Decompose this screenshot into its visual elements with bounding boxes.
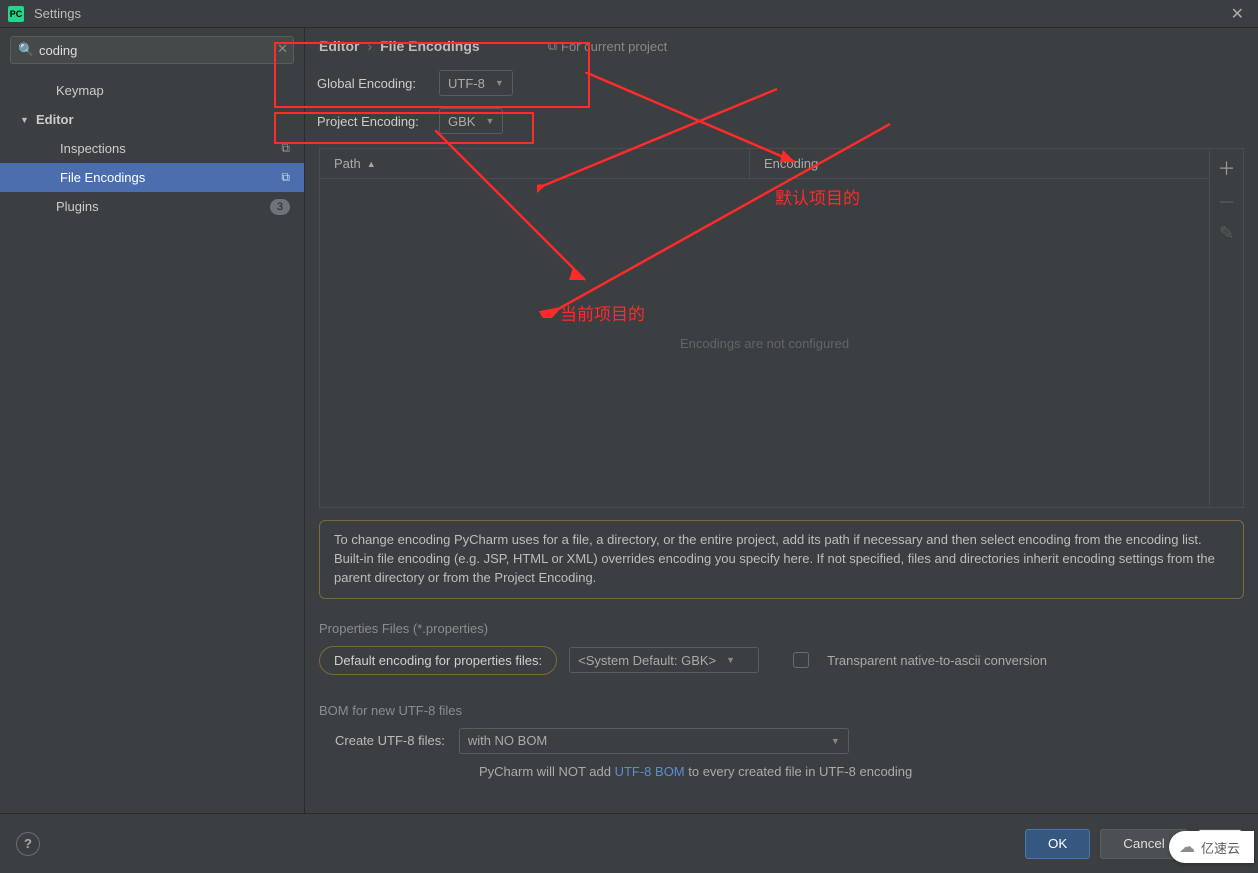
sidebar-item-editor[interactable]: ▼ Editor — [0, 105, 304, 134]
remove-row-button: － — [1215, 189, 1239, 215]
project-encoding-label: Project Encoding: — [311, 110, 427, 133]
settings-main-panel: Editor › File Encodings ⧉For current pro… — [305, 28, 1258, 813]
project-encoding-select[interactable]: GBK ▼ — [439, 108, 503, 134]
transparent-ascii-checkbox[interactable] — [793, 652, 809, 668]
settings-tree: Keymap ▼ Editor Inspections ⧉ File Encodi… — [0, 72, 304, 813]
chevron-down-icon: ▼ — [485, 116, 494, 126]
select-value: with NO BOM — [468, 733, 547, 748]
chevron-down-icon: ▼ — [726, 655, 735, 665]
create-utf8-label: Create UTF-8 files: — [335, 733, 445, 748]
watermark: ☁ 亿速云 — [1169, 831, 1254, 863]
copy-icon: ⧉ — [548, 38, 557, 54]
dialog-footer: ? OK Cancel A… — [0, 813, 1258, 873]
breadcrumb: Editor › File Encodings ⧉For current pro… — [305, 28, 1258, 64]
sidebar-item-file-encodings[interactable]: File Encodings ⧉ — [0, 163, 304, 192]
tree-label: Inspections — [60, 141, 281, 156]
tree-label: Editor — [36, 112, 304, 127]
global-encoding-label: Global Encoding: — [311, 72, 427, 95]
select-value: UTF-8 — [448, 76, 485, 91]
window-title: Settings — [34, 6, 81, 21]
search-input[interactable] — [10, 36, 294, 64]
properties-default-select[interactable]: <System Default: GBK> ▼ — [569, 647, 759, 673]
breadcrumb-part: File Encodings — [380, 38, 480, 54]
breadcrumb-part: Editor — [319, 38, 359, 54]
global-encoding-row: Global Encoding: UTF-8 ▼ — [305, 64, 1258, 102]
select-value: <System Default: GBK> — [578, 653, 716, 668]
properties-default-label: Default encoding for properties files: — [319, 646, 557, 675]
copy-icon: ⧉ — [281, 170, 290, 185]
window-close-button[interactable]: ✕ — [1225, 4, 1250, 24]
clear-search-icon[interactable]: ✕ — [277, 41, 288, 57]
sort-asc-icon: ▲ — [367, 159, 376, 169]
plugins-count-badge: 3 — [270, 199, 290, 215]
copy-icon: ⧉ — [281, 141, 290, 156]
table-empty-message: Encodings are not configured — [320, 179, 1209, 507]
chevron-down-icon: ▼ — [495, 78, 504, 88]
properties-section-header: Properties Files (*.properties) — [319, 621, 1244, 636]
help-button[interactable]: ? — [16, 832, 40, 856]
add-row-button[interactable]: ＋ — [1215, 155, 1239, 181]
project-encoding-row: Project Encoding: GBK ▼ — [305, 102, 1258, 140]
transparent-ascii-label: Transparent native-to-ascii conversion — [827, 653, 1047, 668]
table-side-toolbar: ＋ － ✎ — [1209, 149, 1243, 507]
project-scope-label: ⧉For current project — [548, 38, 668, 54]
breadcrumb-separator-icon: › — [367, 38, 372, 54]
encodings-table: Path ▲ Encoding Encodings are not config… — [319, 148, 1244, 508]
bom-section-header: BOM for new UTF-8 files — [319, 703, 1244, 718]
ok-button[interactable]: OK — [1025, 829, 1090, 859]
bom-note: PyCharm will NOT add UTF-8 BOM to every … — [319, 764, 1244, 779]
column-header-path[interactable]: Path ▲ — [320, 149, 750, 178]
global-encoding-select[interactable]: UTF-8 ▼ — [439, 70, 513, 96]
cloud-icon: ☁ — [1179, 837, 1195, 857]
tree-label: File Encodings — [60, 170, 281, 185]
title-bar: PC Settings ✕ — [0, 0, 1258, 28]
tree-label: Plugins — [56, 199, 270, 214]
utf8-bom-link[interactable]: UTF-8 BOM — [615, 764, 685, 779]
search-icon: 🔍 — [18, 42, 34, 58]
chevron-down-icon: ▼ — [831, 736, 840, 746]
app-icon: PC — [8, 6, 24, 22]
sidebar-item-keymap[interactable]: Keymap — [0, 76, 304, 105]
tree-label: Keymap — [56, 83, 304, 98]
search-box: 🔍 ✕ — [10, 36, 294, 64]
info-text: To change encoding PyCharm uses for a fi… — [319, 520, 1244, 599]
select-value: GBK — [448, 114, 475, 129]
edit-row-button: ✎ — [1215, 223, 1239, 244]
create-utf8-select[interactable]: with NO BOM ▼ — [459, 728, 849, 754]
sidebar-item-plugins[interactable]: Plugins 3 — [0, 192, 304, 221]
settings-sidebar: 🔍 ✕ Keymap ▼ Editor Inspections ⧉ File En… — [0, 28, 305, 813]
sidebar-item-inspections[interactable]: Inspections ⧉ — [0, 134, 304, 163]
chevron-down-icon: ▼ — [20, 115, 30, 125]
column-header-encoding[interactable]: Encoding — [750, 149, 832, 178]
